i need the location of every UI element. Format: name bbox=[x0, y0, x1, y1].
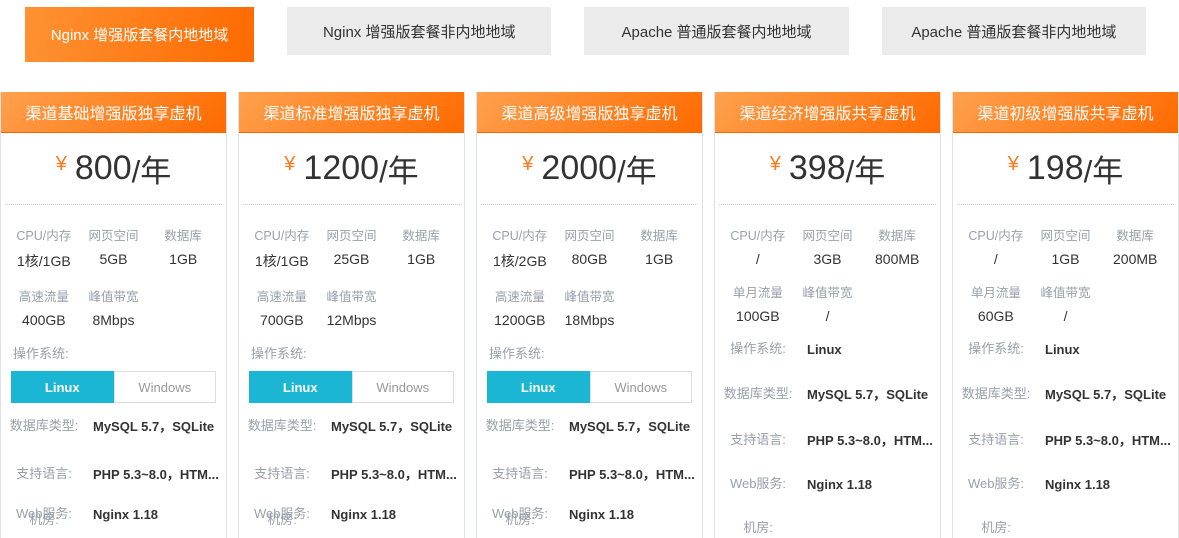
spec-item: 数据库1GB bbox=[148, 225, 218, 271]
plan-card-basic: 渠道基础增强版独享虚机 ¥ 800 /年 CPU/内存1核/1GB 网页空间5G… bbox=[0, 92, 227, 538]
price-amount: 2000 bbox=[541, 149, 617, 188]
plan-card-entry: 渠道初级增强版共享虚机 ¥ 198 /年 CPU/内存/ 网页空间1GB 数据库… bbox=[952, 92, 1179, 538]
os-toggle-linux[interactable]: Linux bbox=[249, 371, 352, 403]
detail-row-datacenter: 机房: bbox=[953, 518, 1178, 538]
price-amount: 1200 bbox=[303, 149, 379, 188]
price-currency: ¥ bbox=[284, 153, 295, 176]
spec-item: 峰值带宽/ bbox=[793, 282, 863, 324]
price-unit: /年 bbox=[379, 146, 419, 191]
spec-item: 网页空间5GB bbox=[79, 225, 149, 271]
os-toggle-windows[interactable]: Windows bbox=[352, 371, 455, 403]
os-label: 操作系统: bbox=[489, 343, 702, 362]
detail-row-os: 操作系统:Linux bbox=[953, 339, 1178, 360]
spec-item: 高速流量1200GB bbox=[485, 286, 555, 328]
price-currency: ¥ bbox=[1008, 153, 1019, 176]
detail-row-web-server: Web服务:Nginx 1.18 bbox=[953, 474, 1178, 495]
detail-row-web-server: Web服务:Nginx 1.18 bbox=[715, 474, 940, 495]
spec-grid: CPU/内存/ 网页空间1GB 数据库200MB 单月流量60GB 峰值带宽/ bbox=[953, 205, 1178, 324]
spec-item: CPU/内存/ bbox=[723, 225, 793, 267]
spec-item-empty bbox=[148, 286, 218, 328]
spec-item-empty bbox=[862, 282, 932, 324]
plan-tabs: Nginx 增强版套餐内地地域 Nginx 增强版套餐非内地地域 Apache … bbox=[0, 0, 1179, 62]
price-currency: ¥ bbox=[770, 153, 781, 176]
tab-apache-basic-mainland[interactable]: Apache 普通版套餐内地地域 bbox=[584, 7, 848, 55]
price-unit: /年 bbox=[846, 146, 886, 191]
spec-item: CPU/内存1核/2GB bbox=[485, 225, 555, 271]
tab-nginx-enhanced-non-mainland[interactable]: Nginx 增强版套餐非内地地域 bbox=[287, 7, 551, 55]
spec-item-empty bbox=[1100, 282, 1170, 324]
spec-item: 单月流量100GB bbox=[723, 282, 793, 324]
spec-item-empty bbox=[624, 286, 694, 328]
spec-grid: CPU/内存1核/2GB 网页空间80GB 数据库1GB 高速流量1200GB … bbox=[477, 205, 702, 328]
spec-grid: CPU/内存1核/1GB 网页空间5GB 数据库1GB 高速流量400GB 峰值… bbox=[1, 205, 226, 328]
price-unit: /年 bbox=[617, 146, 657, 191]
spec-item: CPU/内存1核/1GB bbox=[247, 225, 317, 271]
spec-item: 数据库800MB bbox=[862, 225, 932, 267]
plan-card-economy: 渠道经济增强版共享虚机 ¥ 398 /年 CPU/内存/ 网页空间3GB 数据库… bbox=[714, 92, 941, 538]
price-currency: ¥ bbox=[522, 153, 533, 176]
plan-price: ¥ 800 /年 bbox=[5, 133, 222, 205]
plan-cards-row: 渠道基础增强版独享虚机 ¥ 800 /年 CPU/内存1核/1GB 网页空间5G… bbox=[0, 92, 1179, 538]
spec-item: CPU/内存1核/1GB bbox=[9, 225, 79, 271]
os-label: 操作系统: bbox=[251, 343, 464, 362]
os-label: 操作系统: bbox=[13, 343, 226, 362]
detail-row-languages: 支持语言:PHP 5.3~8.0，HTM... bbox=[953, 430, 1178, 451]
detail-row-datacenter: 机房: bbox=[715, 518, 940, 538]
spec-item: 数据库200MB bbox=[1100, 225, 1170, 267]
spec-item: 网页空间3GB bbox=[793, 225, 863, 267]
price-unit: /年 bbox=[132, 146, 172, 191]
price-amount: 800 bbox=[75, 149, 132, 188]
detail-row-languages: 支持语言:PHP 5.3~8.0，HTM... bbox=[477, 464, 702, 485]
spec-item: CPU/内存/ bbox=[961, 225, 1031, 267]
os-toggle-windows[interactable]: Windows bbox=[590, 371, 693, 403]
spec-item: 峰值带宽8Mbps bbox=[79, 286, 149, 328]
detail-row-database-type: 数据库类型:MySQL 5.7，SQLite bbox=[953, 384, 1178, 405]
plan-title: 渠道高级增强版独享虚机 bbox=[477, 92, 702, 133]
spec-item: 峰值带宽/ bbox=[1031, 282, 1101, 324]
plan-price: ¥ 398 /年 bbox=[719, 133, 936, 205]
os-toggle-windows[interactable]: Windows bbox=[114, 371, 217, 403]
os-toggle-linux[interactable]: Linux bbox=[487, 371, 590, 403]
detail-row-languages: 支持语言:PHP 5.3~8.0，HTM... bbox=[715, 430, 940, 451]
price-currency: ¥ bbox=[56, 153, 67, 176]
tab-apache-basic-non-mainland[interactable]: Apache 普通版套餐非内地地域 bbox=[882, 7, 1146, 55]
spec-item: 高速流量700GB bbox=[247, 286, 317, 328]
spec-item: 网页空间80GB bbox=[555, 225, 625, 271]
price-unit: /年 bbox=[1084, 146, 1124, 191]
spec-item: 数据库1GB bbox=[386, 225, 456, 271]
plan-price: ¥ 198 /年 bbox=[957, 133, 1174, 205]
os-toggle-linux[interactable]: Linux bbox=[11, 371, 114, 403]
plan-card-standard: 渠道标准增强版独享虚机 ¥ 1200 /年 CPU/内存1核/1GB 网页空间2… bbox=[238, 92, 465, 538]
plan-price: ¥ 1200 /年 bbox=[243, 133, 460, 205]
detail-row-database-type: 数据库类型:MySQL 5.7，SQLite bbox=[477, 416, 702, 437]
detail-row-database-type: 数据库类型:MySQL 5.7，SQLite bbox=[715, 384, 940, 405]
plan-title: 渠道基础增强版独享虚机 bbox=[1, 92, 226, 133]
spec-item: 数据库1GB bbox=[624, 225, 694, 271]
detail-row-languages: 支持语言:PHP 5.3~8.0，HTM... bbox=[239, 464, 464, 485]
os-toggle: Linux Windows bbox=[487, 371, 692, 403]
plan-title: 渠道初级增强版共享虚机 bbox=[953, 92, 1178, 133]
price-amount: 198 bbox=[1027, 149, 1084, 188]
detail-row-languages: 支持语言:PHP 5.3~8.0，HTM... bbox=[1, 464, 226, 485]
spec-item: 网页空间25GB bbox=[317, 225, 387, 271]
spec-grid: CPU/内存1核/1GB 网页空间25GB 数据库1GB 高速流量700GB 峰… bbox=[239, 205, 464, 328]
spec-item-empty bbox=[386, 286, 456, 328]
plan-price: ¥ 2000 /年 bbox=[481, 133, 698, 205]
detail-row-os: 操作系统:Linux bbox=[715, 339, 940, 360]
plan-title: 渠道经济增强版共享虚机 bbox=[715, 92, 940, 133]
spec-item: 峰值带宽12Mbps bbox=[317, 286, 387, 328]
os-toggle: Linux Windows bbox=[11, 371, 216, 403]
os-toggle: Linux Windows bbox=[249, 371, 454, 403]
spec-item: 单月流量60GB bbox=[961, 282, 1031, 324]
spec-grid: CPU/内存/ 网页空间3GB 数据库800MB 单月流量100GB 峰值带宽/ bbox=[715, 205, 940, 324]
spec-item: 高速流量400GB bbox=[9, 286, 79, 328]
plan-card-advanced: 渠道高级增强版独享虚机 ¥ 2000 /年 CPU/内存1核/2GB 网页空间8… bbox=[476, 92, 703, 538]
price-amount: 398 bbox=[789, 149, 846, 188]
detail-row-database-type: 数据库类型:MySQL 5.7，SQLite bbox=[239, 416, 464, 437]
spec-item: 峰值带宽18Mbps bbox=[555, 286, 625, 328]
tab-nginx-enhanced-mainland[interactable]: Nginx 增强版套餐内地地域 bbox=[25, 7, 254, 62]
detail-row-database-type: 数据库类型:MySQL 5.7，SQLite bbox=[1, 416, 226, 437]
spec-item: 网页空间1GB bbox=[1031, 225, 1101, 267]
plan-title: 渠道标准增强版独享虚机 bbox=[239, 92, 464, 133]
